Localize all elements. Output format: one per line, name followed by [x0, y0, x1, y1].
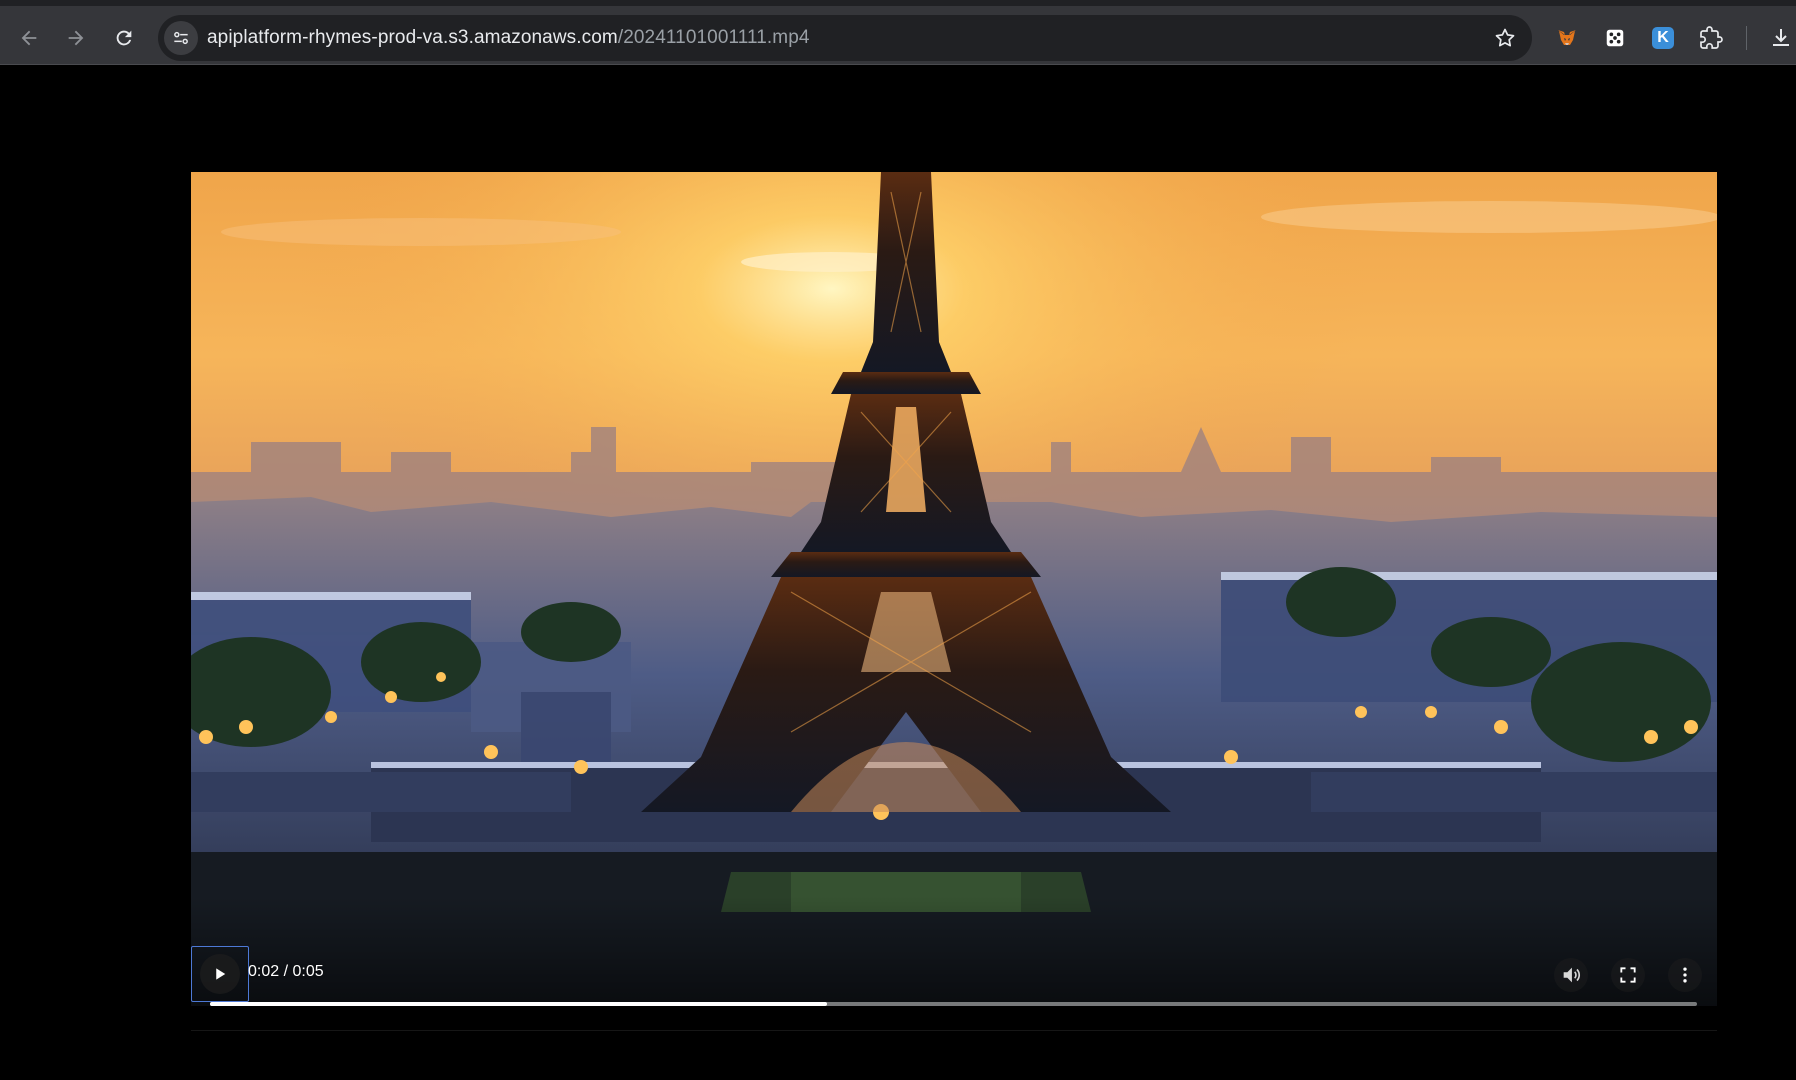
download-icon	[1773, 29, 1789, 46]
star-icon	[1495, 28, 1515, 47]
metamask-extension[interactable]	[1552, 23, 1582, 53]
toolbar-border	[0, 64, 1796, 65]
dice-icon	[1606, 29, 1624, 47]
forward-button[interactable]	[59, 21, 93, 55]
volume-icon	[1563, 967, 1581, 983]
extensions-button[interactable]	[1696, 23, 1726, 53]
url-path: /20241101001111.mp4	[617, 27, 810, 48]
reload-button[interactable]	[107, 21, 141, 55]
browser-toolbar: apiplatform-rhymes-prod-va.s3.amazonaws.…	[0, 0, 1796, 64]
play-icon-wrap	[200, 954, 240, 994]
url-text[interactable]: apiplatform-rhymes-prod-va.s3.amazonaws.…	[207, 27, 810, 49]
site-info-button[interactable]	[164, 21, 198, 55]
more-vert-icon	[1683, 967, 1687, 983]
video-frame-image	[191, 172, 1717, 1006]
progress-fill	[210, 1002, 828, 1006]
k-extension[interactable]: K	[1648, 23, 1678, 53]
reload-icon	[116, 30, 132, 46]
arrow-right-icon	[68, 30, 84, 46]
more-options-button[interactable]	[1668, 958, 1702, 992]
puzzle-icon	[1700, 26, 1723, 49]
volume-button[interactable]	[1554, 958, 1588, 992]
play-icon	[216, 968, 226, 980]
video-player[interactable]: 0:02 / 0:05	[191, 172, 1717, 1006]
url-host: apiplatform-rhymes-prod-va.s3.amazonaws.…	[207, 27, 618, 48]
toolbar-divider	[1746, 26, 1747, 50]
page-divider	[191, 1030, 1717, 1031]
k-extension-icon: K	[1652, 27, 1674, 49]
bookmark-button[interactable]	[1492, 25, 1518, 51]
play-button[interactable]	[191, 946, 249, 1002]
fullscreen-icon	[1620, 967, 1636, 983]
arrow-left-icon	[21, 30, 37, 46]
downloads-button[interactable]	[1766, 23, 1796, 53]
dice-extension[interactable]	[1600, 23, 1630, 53]
metamask-fox-icon	[1558, 30, 1576, 45]
time-display: 0:02 / 0:05	[248, 963, 324, 980]
back-button[interactable]	[12, 21, 46, 55]
fullscreen-button[interactable]	[1611, 958, 1645, 992]
k-extension-letter: K	[1657, 29, 1669, 46]
progress-bar[interactable]	[210, 1002, 1697, 1006]
controls-overlay	[191, 896, 1717, 1006]
tune-icon	[174, 31, 188, 45]
address-bar[interactable]: apiplatform-rhymes-prod-va.s3.amazonaws.…	[158, 15, 1532, 61]
